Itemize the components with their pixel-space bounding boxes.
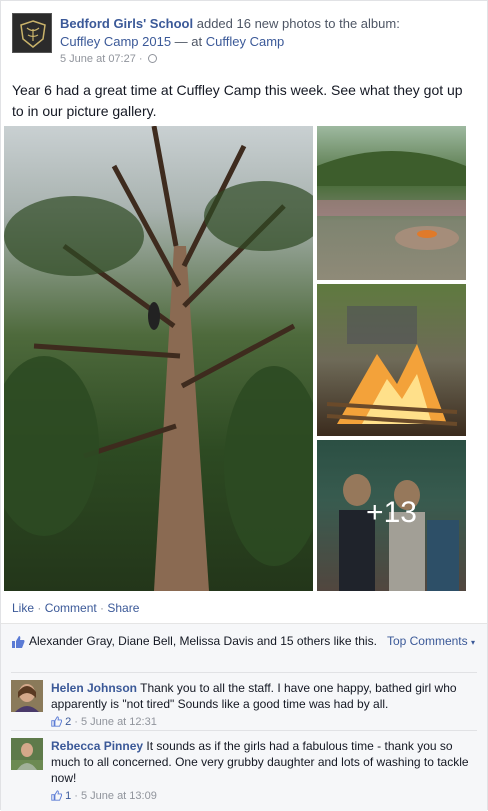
thumbs-up-icon[interactable] [51,790,62,801]
commenter-name[interactable]: Helen Johnson [51,681,137,695]
camp-photo-art [317,151,466,250]
comment-like-count[interactable]: 1 [65,790,71,802]
post-header: Bedford Girls' School added 16 new photo… [12,13,482,66]
location-link[interactable]: Cuffley Camp [206,34,285,49]
more-photos-count: +13 [366,496,417,529]
post-actions: Like · Comment · Share [12,601,139,615]
likes-summary: Alexander Gray, Diane Bell, Melissa Davi… [11,633,381,649]
meta-separator: · [74,790,78,802]
comment-meta: 2 · 5 June at 12:31 [51,714,477,730]
post-meta: 5 June at 07:27 · [60,52,157,66]
comment-time[interactable]: 5 June at 12:31 [81,716,157,728]
comment-time[interactable]: 5 June at 13:09 [81,790,157,802]
photo-campfire[interactable] [317,284,466,436]
globe-icon[interactable] [147,54,157,63]
comment-body: Helen Johnson Thank you to all the staff… [51,680,477,730]
commenter-avatar[interactable] [11,738,43,770]
thumbs-up-icon [12,636,25,648]
comment-like-count[interactable]: 2 [65,716,71,728]
page-name-link[interactable]: Bedford Girls' School [60,16,193,31]
photo-more-tile[interactable]: +13 [317,440,466,591]
at-text: — at [174,34,203,49]
top-comments-label: Top Comments [386,634,468,648]
photo-grid: +13 [4,126,466,591]
post-timestamp[interactable]: 5 June at 07:27 [60,53,136,65]
school-crest-icon [20,20,46,48]
avatar [11,738,43,770]
photo-camp-circle[interactable] [317,126,466,280]
page-avatar[interactable] [12,13,52,53]
meta-separator: · [138,53,143,65]
thumbs-up-icon[interactable] [51,716,62,727]
comment-body: Rebecca Pinney It sounds as if the girls… [51,738,477,804]
action-sep: · [96,601,108,615]
ufi-box: Alexander Gray, Diane Bell, Melissa Davi… [1,623,487,811]
campfire-photo-art [326,306,458,426]
comment-button[interactable]: Comment [45,601,97,615]
share-button[interactable]: Share [107,601,139,615]
meta-separator: · [74,716,78,728]
divider [11,672,477,673]
commenter-name[interactable]: Rebecca Pinney [51,739,143,753]
comment-meta: 1 · 5 June at 13:09 [51,788,477,804]
post-headline: Bedford Girls' School added 16 new photo… [60,15,480,51]
avatar [11,680,43,712]
tree-photo-art [4,126,313,591]
top-comments-dropdown[interactable]: Top Comments ▾ [387,634,475,648]
post-status-text: Year 6 had a great time at Cuffley Camp … [12,82,463,119]
action-sep: · [34,601,45,615]
photo-tree-climb[interactable] [4,126,313,591]
likes-text[interactable]: Alexander Gray, Diane Bell, Melissa Davi… [11,633,381,649]
divider [11,730,477,731]
action-text: added 16 new photos to the album: [196,16,400,31]
like-button[interactable]: Like [12,601,34,615]
post-card: Bedford Girls' School added 16 new photo… [0,0,488,811]
album-link[interactable]: Cuffley Camp 2015 [60,34,171,49]
commenter-avatar[interactable] [11,680,43,712]
caret-down-icon: ▾ [470,638,475,647]
